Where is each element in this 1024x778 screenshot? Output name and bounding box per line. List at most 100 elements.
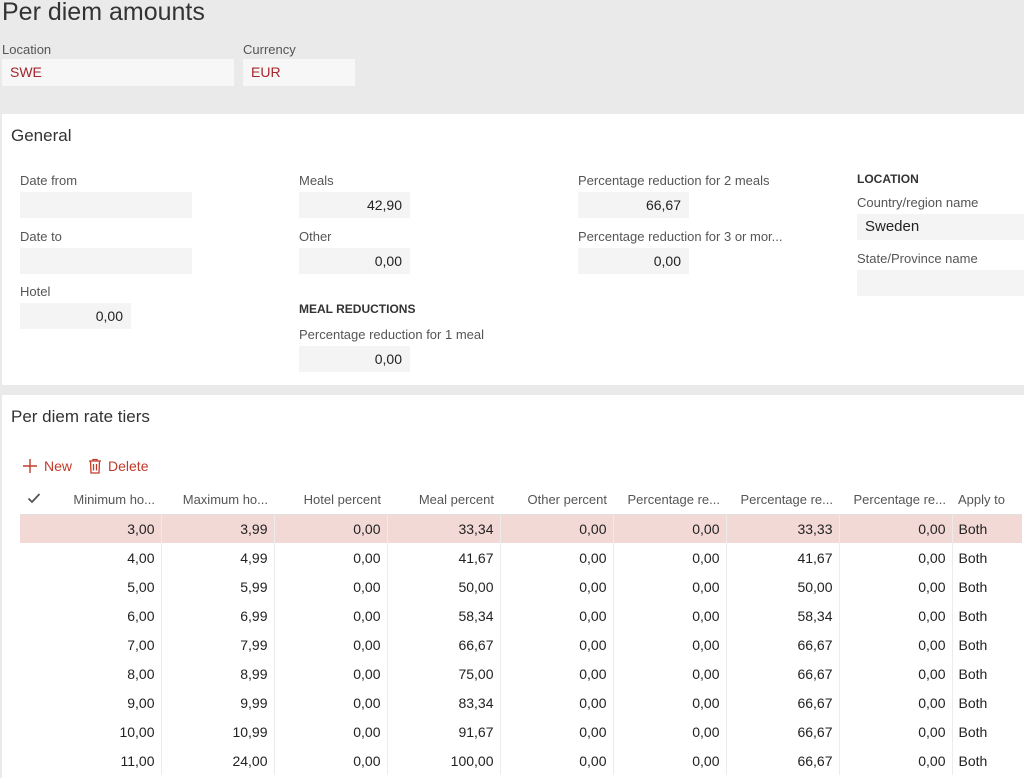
- state-field[interactable]: State/Province name: [857, 250, 1024, 296]
- table-cell[interactable]: 0,00: [274, 659, 388, 688]
- date-to-field[interactable]: Date to: [20, 228, 192, 274]
- select-all-checkbox[interactable]: [20, 486, 48, 515]
- table-cell[interactable]: 0,00: [613, 688, 727, 717]
- table-cell[interactable]: Both: [952, 572, 1022, 601]
- table-cell[interactable]: 0,00: [274, 746, 388, 775]
- table-cell[interactable]: 6,00: [48, 601, 162, 630]
- column-header-percentage-reduction-2[interactable]: Percentage re...: [726, 486, 839, 515]
- date-from-input[interactable]: [20, 192, 192, 218]
- table-cell[interactable]: 0,00: [274, 543, 388, 572]
- table-cell[interactable]: Both: [952, 746, 1022, 775]
- table-cell[interactable]: 10,99: [161, 717, 275, 746]
- table-cell[interactable]: 0,00: [274, 601, 388, 630]
- table-cell[interactable]: 0,00: [274, 688, 388, 717]
- date-from-field[interactable]: Date from: [20, 172, 192, 218]
- hotel-input[interactable]: 0,00: [20, 303, 131, 329]
- table-cell[interactable]: 5,99: [161, 572, 275, 601]
- table-cell[interactable]: 58,34: [387, 601, 501, 630]
- table-cell[interactable]: 91,67: [387, 717, 501, 746]
- other-input[interactable]: 0,00: [299, 248, 410, 274]
- table-cell[interactable]: Both: [952, 601, 1022, 630]
- table-cell[interactable]: Both: [952, 630, 1022, 659]
- table-cell[interactable]: 50,00: [387, 572, 501, 601]
- location-field[interactable]: Location SWE: [2, 42, 234, 86]
- table-cell[interactable]: 24,00: [161, 746, 275, 775]
- row-select-checkbox[interactable]: [20, 514, 48, 543]
- table-row[interactable]: 5,00 5,99 0,00 50,00 0,00 0,00 50,00 0,00 Both: [20, 572, 1022, 601]
- row-select-checkbox[interactable]: [20, 717, 48, 746]
- table-cell[interactable]: 0,00: [613, 630, 727, 659]
- table-cell[interactable]: 0,00: [500, 717, 614, 746]
- table-cell[interactable]: 0,00: [500, 543, 614, 572]
- column-header-max-hours[interactable]: Maximum ho...: [161, 486, 274, 515]
- delete-button[interactable]: Delete: [88, 458, 148, 474]
- table-row[interactable]: 8,00 8,99 0,00 75,00 0,00 0,00 66,67 0,00 Both: [20, 659, 1022, 688]
- table-row[interactable]: 7,00 7,99 0,00 66,67 0,00 0,00 66,67 0,00 Both: [20, 630, 1022, 659]
- table-cell[interactable]: 0,00: [613, 543, 727, 572]
- table-cell[interactable]: 0,00: [500, 746, 614, 775]
- currency-field[interactable]: Currency EUR: [243, 42, 355, 86]
- table-cell[interactable]: 83,34: [387, 688, 501, 717]
- table-cell[interactable]: 41,67: [387, 543, 501, 572]
- table-cell[interactable]: 4,99: [161, 543, 275, 572]
- row-select-checkbox[interactable]: [20, 601, 48, 630]
- row-select-checkbox[interactable]: [20, 572, 48, 601]
- reduction-2-field[interactable]: Percentage reduction for 2 meals 66,67: [578, 172, 770, 218]
- table-cell[interactable]: 0,00: [613, 601, 727, 630]
- table-cell[interactable]: 0,00: [839, 543, 953, 572]
- table-row[interactable]: 3,00 3,99 0,00 33,34 0,00 0,00 33,33 0,00 Both: [20, 514, 1022, 543]
- column-header-min-hours[interactable]: Minimum ho...: [48, 486, 161, 515]
- column-header-other-percent[interactable]: Other percent: [500, 486, 613, 515]
- meals-field[interactable]: Meals 42,90: [299, 172, 410, 218]
- reduction-2-input[interactable]: 66,67: [578, 192, 689, 218]
- table-row[interactable]: 9,00 9,99 0,00 83,34 0,00 0,00 66,67 0,00 Both: [20, 688, 1022, 717]
- table-cell[interactable]: 9,99: [161, 688, 275, 717]
- general-title[interactable]: General: [11, 126, 71, 146]
- table-cell[interactable]: 66,67: [726, 688, 840, 717]
- table-cell[interactable]: 0,00: [839, 688, 953, 717]
- country-field[interactable]: Country/region name Sweden: [857, 194, 1024, 240]
- table-cell[interactable]: 0,00: [274, 717, 388, 746]
- meals-input[interactable]: 42,90: [299, 192, 410, 218]
- table-cell[interactable]: 6,99: [161, 601, 275, 630]
- table-cell[interactable]: 0,00: [613, 659, 727, 688]
- table-cell[interactable]: 9,00: [48, 688, 162, 717]
- table-cell[interactable]: 7,99: [161, 630, 275, 659]
- other-field[interactable]: Other 0,00: [299, 228, 410, 274]
- table-cell[interactable]: 75,00: [387, 659, 501, 688]
- table-cell[interactable]: 0,00: [500, 572, 614, 601]
- table-cell[interactable]: 7,00: [48, 630, 162, 659]
- table-cell[interactable]: 33,33: [726, 514, 840, 543]
- row-select-checkbox[interactable]: [20, 688, 48, 717]
- table-cell[interactable]: 0,00: [613, 717, 727, 746]
- reduction-1-field[interactable]: Percentage reduction for 1 meal 0,00: [299, 326, 484, 372]
- table-cell[interactable]: 8,00: [48, 659, 162, 688]
- table-row[interactable]: 6,00 6,99 0,00 58,34 0,00 0,00 58,34 0,00 Both: [20, 601, 1022, 630]
- column-header-hotel-percent[interactable]: Hotel percent: [274, 486, 387, 515]
- table-cell[interactable]: 0,00: [839, 630, 953, 659]
- reduction-3-field[interactable]: Percentage reduction for 3 or mor... 0,0…: [578, 228, 783, 274]
- table-cell[interactable]: 5,00: [48, 572, 162, 601]
- column-header-percentage-reduction-3[interactable]: Percentage re...: [839, 486, 952, 515]
- table-cell[interactable]: 3,00: [48, 514, 162, 543]
- table-cell[interactable]: 8,99: [161, 659, 275, 688]
- table-cell[interactable]: 0,00: [613, 514, 727, 543]
- table-cell[interactable]: 66,67: [726, 746, 840, 775]
- table-cell[interactable]: 11,00: [48, 746, 162, 775]
- currency-value[interactable]: EUR: [243, 59, 355, 86]
- table-cell[interactable]: 0,00: [839, 659, 953, 688]
- row-select-checkbox[interactable]: [20, 543, 48, 572]
- table-cell[interactable]: 4,00: [48, 543, 162, 572]
- tiers-title[interactable]: Per diem rate tiers: [11, 407, 150, 427]
- table-cell[interactable]: 66,67: [726, 659, 840, 688]
- table-cell[interactable]: Both: [952, 543, 1022, 572]
- date-to-input[interactable]: [20, 248, 192, 274]
- column-header-apply-to[interactable]: Apply to: [952, 486, 1022, 515]
- country-input[interactable]: Sweden: [857, 214, 1024, 240]
- table-cell[interactable]: 0,00: [839, 572, 953, 601]
- table-cell[interactable]: 33,34: [387, 514, 501, 543]
- row-select-checkbox[interactable]: [20, 630, 48, 659]
- table-cell[interactable]: 0,00: [274, 630, 388, 659]
- table-cell[interactable]: 0,00: [613, 572, 727, 601]
- table-row[interactable]: 4,00 4,99 0,00 41,67 0,00 0,00 41,67 0,00 Both: [20, 543, 1022, 572]
